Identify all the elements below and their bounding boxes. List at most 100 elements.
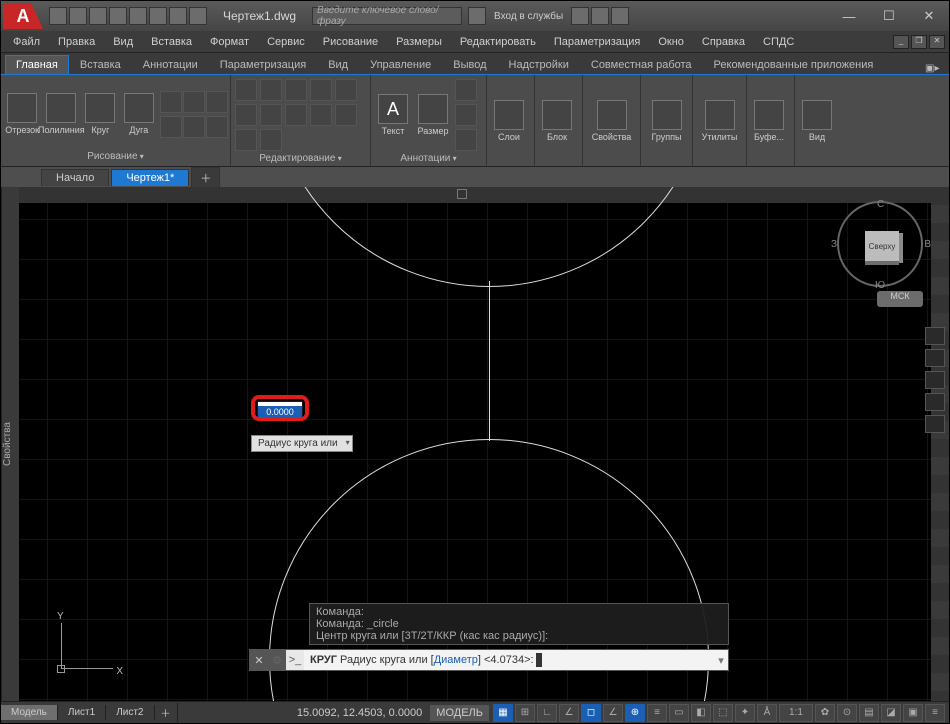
- sel-toggle[interactable]: ⬚: [713, 704, 733, 722]
- qat-redo-icon[interactable]: [169, 7, 187, 25]
- trim-icon[interactable]: [285, 79, 307, 101]
- offset-icon[interactable]: [260, 129, 282, 151]
- tab-output[interactable]: Вывод: [442, 55, 497, 74]
- menu-modify[interactable]: Редактировать: [452, 34, 544, 50]
- nav-wheel-icon[interactable]: [925, 327, 945, 345]
- start-tab[interactable]: Начало: [41, 169, 109, 186]
- tool-arc[interactable]: Дуга: [122, 93, 156, 135]
- qat-plot-icon[interactable]: [129, 7, 147, 25]
- hatch-icon[interactable]: [206, 91, 228, 113]
- tool-circle[interactable]: Круг: [83, 93, 117, 135]
- tool-dim[interactable]: Размер: [415, 94, 451, 136]
- region-icon[interactable]: [206, 116, 228, 138]
- dynamic-input-field[interactable]: [258, 406, 302, 418]
- fillet-icon[interactable]: [235, 104, 257, 126]
- qat-saveas-icon[interactable]: [109, 7, 127, 25]
- docmin-button[interactable]: _: [893, 35, 909, 49]
- qat-save-icon[interactable]: [89, 7, 107, 25]
- cmd-option-link[interactable]: Диаметр: [434, 654, 478, 666]
- app-logo-icon[interactable]: A: [3, 3, 43, 29]
- menu-format[interactable]: Формат: [202, 34, 257, 50]
- tab-param[interactable]: Параметризация: [209, 55, 317, 74]
- mtext-icon[interactable]: [455, 129, 477, 151]
- tab-addins[interactable]: Надстройки: [498, 55, 580, 74]
- viewcube-e[interactable]: В: [924, 239, 931, 250]
- rect-icon[interactable]: [160, 91, 182, 113]
- menu-view[interactable]: Вид: [105, 34, 141, 50]
- nav-zoom-icon[interactable]: [925, 371, 945, 389]
- snap-toggle[interactable]: ⊞: [515, 704, 535, 722]
- tool-polyline[interactable]: Полилиния: [43, 93, 79, 135]
- menu-dims[interactable]: Размеры: [388, 34, 450, 50]
- viewcube-s[interactable]: Ю: [875, 280, 885, 291]
- tool-layers[interactable]: Слои: [491, 100, 527, 142]
- docmax-button[interactable]: ❐: [911, 35, 927, 49]
- panel-modify-label[interactable]: Редактирование: [235, 151, 366, 164]
- close-button[interactable]: ✕: [909, 1, 949, 31]
- search-input[interactable]: Введите ключевое слово/фразу: [312, 7, 462, 25]
- panel-annot-label[interactable]: Аннотации: [375, 151, 482, 164]
- tab-insert[interactable]: Вставка: [69, 55, 132, 74]
- nav-showmotion-icon[interactable]: [925, 415, 945, 433]
- lwt-toggle[interactable]: ≡: [647, 704, 667, 722]
- tool-utils[interactable]: Утилиты: [697, 100, 742, 142]
- viewcube-n[interactable]: С: [877, 199, 884, 210]
- annovis-toggle[interactable]: ⊙: [837, 704, 857, 722]
- viewcube[interactable]: Сверху С Ю З В: [837, 201, 923, 287]
- menu-draw[interactable]: Рисование: [315, 34, 386, 50]
- qat-open-icon[interactable]: [69, 7, 87, 25]
- menu-file[interactable]: Файл: [5, 34, 48, 50]
- stretch-icon[interactable]: [260, 104, 282, 126]
- cmd-close-icon[interactable]: ✕: [250, 650, 268, 670]
- mirror-icon[interactable]: [335, 79, 357, 101]
- table-icon[interactable]: [455, 104, 477, 126]
- menu-tools[interactable]: Сервис: [259, 34, 313, 50]
- tool-line[interactable]: Отрезок: [5, 93, 39, 135]
- qc-toggle[interactable]: ◧: [691, 704, 711, 722]
- drawn-vline[interactable]: [489, 281, 490, 441]
- scale-icon[interactable]: [285, 104, 307, 126]
- menu-insert[interactable]: Вставка: [143, 34, 200, 50]
- tool-view[interactable]: Вид: [799, 100, 835, 142]
- qat-workspace-icon[interactable]: [189, 7, 207, 25]
- rotate-icon[interactable]: [260, 79, 282, 101]
- tab-collab[interactable]: Совместная работа: [580, 55, 703, 74]
- menu-window[interactable]: Окно: [650, 34, 692, 50]
- cmd-options-icon[interactable]: ⚙: [268, 650, 286, 670]
- nav-pan-icon[interactable]: [925, 349, 945, 367]
- cart-icon[interactable]: [591, 7, 609, 25]
- help-icon[interactable]: [611, 7, 629, 25]
- dyn-toggle[interactable]: ⊕: [625, 704, 645, 722]
- minimize-button[interactable]: —: [829, 1, 869, 31]
- viewcube-top[interactable]: Сверху: [865, 231, 899, 261]
- tool-text[interactable]: AТекст: [375, 94, 411, 136]
- drawing-canvas[interactable]: Радиус круга или Y X Сверху С Ю З В МСК: [19, 187, 949, 701]
- tab-view[interactable]: Вид: [317, 55, 359, 74]
- ann-toggle[interactable]: Å: [757, 704, 777, 722]
- leader-icon[interactable]: [455, 79, 477, 101]
- point-icon[interactable]: [183, 116, 205, 138]
- ortho-toggle[interactable]: ∟: [537, 704, 557, 722]
- tab-home[interactable]: Главная: [5, 55, 69, 74]
- model-tab[interactable]: Модель: [1, 705, 58, 720]
- tab-featured[interactable]: Рекомендованные приложения: [703, 55, 885, 74]
- drawn-circle-top[interactable]: [269, 187, 709, 287]
- signin-label[interactable]: Вход в службы: [488, 11, 569, 22]
- hw-toggle[interactable]: ▤: [859, 704, 879, 722]
- exchange-icon[interactable]: [571, 7, 589, 25]
- status-mode-button[interactable]: МОДЕЛЬ: [430, 705, 489, 721]
- copy-icon[interactable]: [310, 79, 332, 101]
- panel-draw-label[interactable]: Рисование: [5, 149, 226, 162]
- spline-icon[interactable]: [160, 116, 182, 138]
- ws-toggle[interactable]: ✿: [815, 704, 835, 722]
- tool-block[interactable]: Блок: [539, 100, 575, 142]
- menu-param[interactable]: Параметризация: [546, 34, 648, 50]
- menu-spds[interactable]: СПДС: [755, 34, 802, 50]
- menu-edit[interactable]: Правка: [50, 34, 103, 50]
- tool-groups[interactable]: Группы: [645, 100, 688, 142]
- scale-button[interactable]: 1:1: [779, 704, 813, 722]
- viewcube-w[interactable]: З: [831, 239, 837, 250]
- ellipse-icon[interactable]: [183, 91, 205, 113]
- gz-toggle[interactable]: ✦: [735, 704, 755, 722]
- isoplane-toggle[interactable]: ◪: [881, 704, 901, 722]
